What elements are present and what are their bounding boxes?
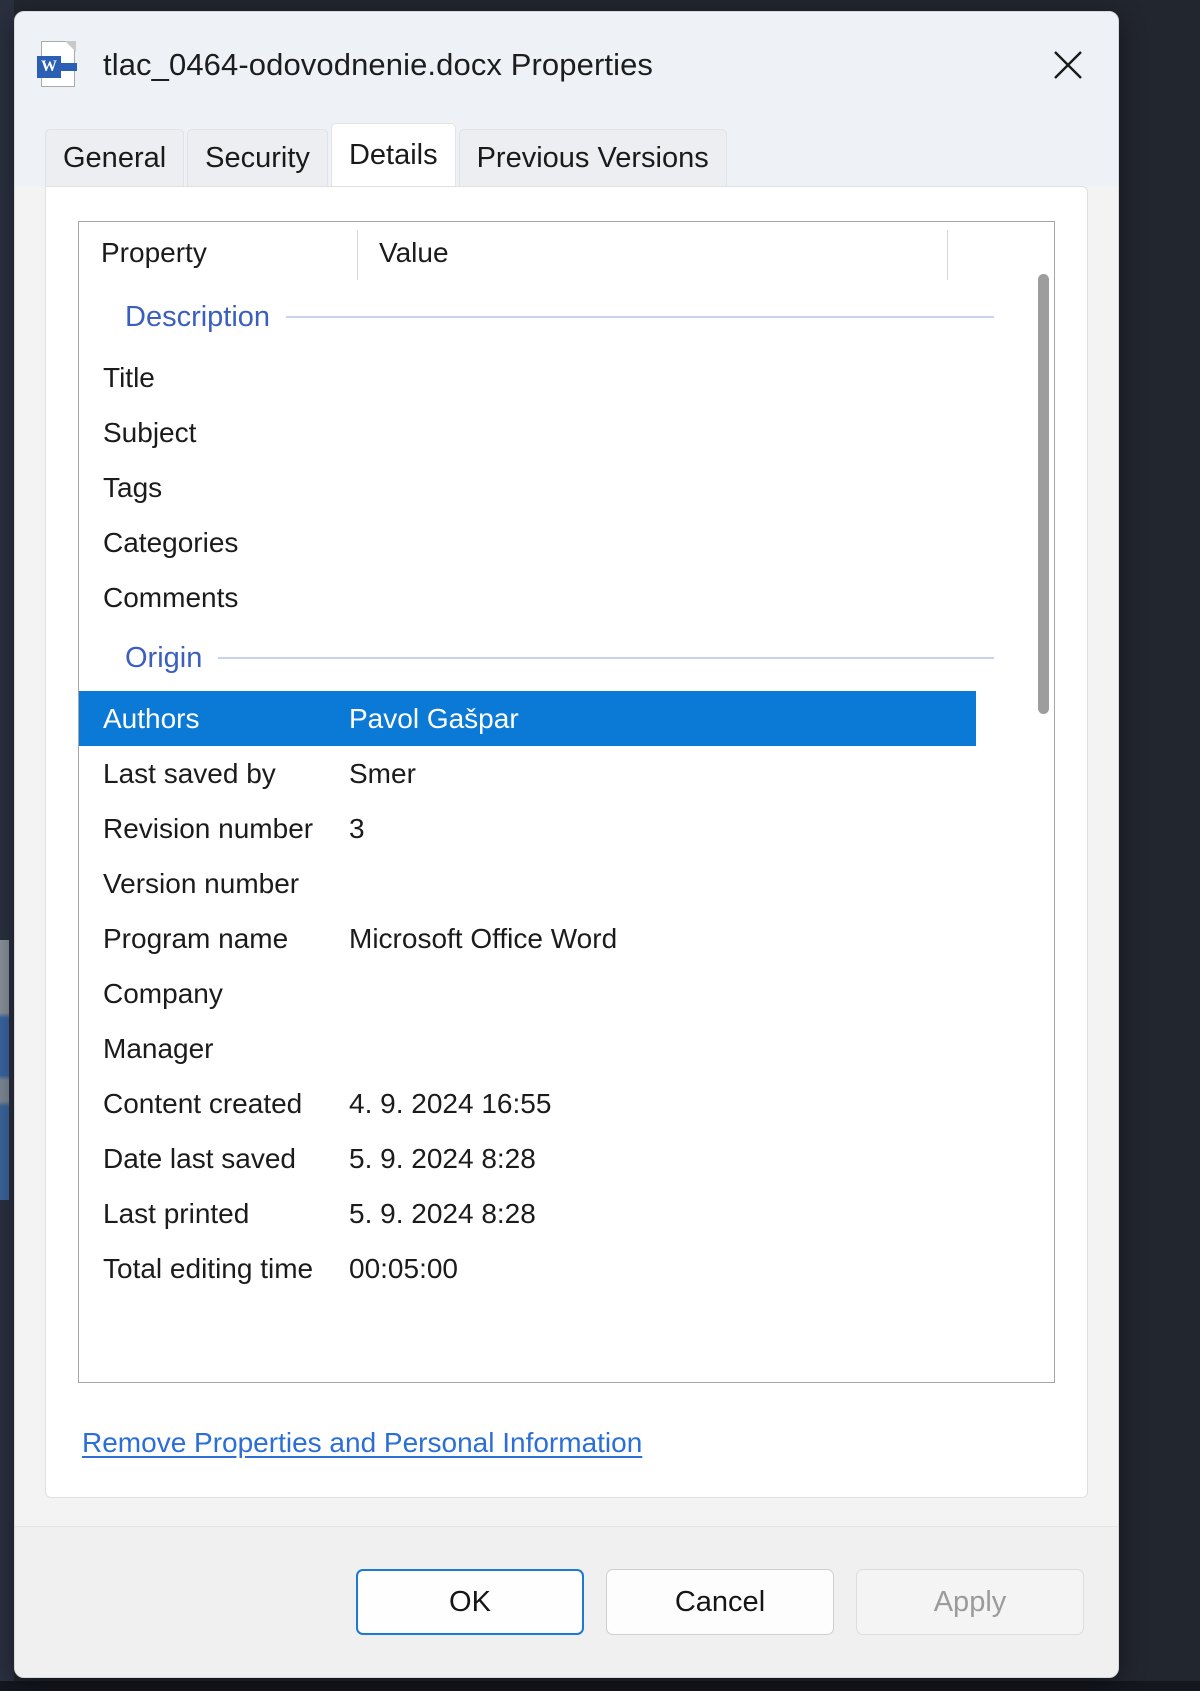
word-document-icon: W xyxy=(37,39,81,91)
table-row[interactable]: Version number xyxy=(79,856,1054,911)
row-property: Last printed xyxy=(79,1198,349,1230)
row-property: Version number xyxy=(79,868,349,900)
tab-previous-versions[interactable]: Previous Versions xyxy=(459,129,727,186)
group-rule xyxy=(218,657,994,659)
table-row[interactable]: Subject xyxy=(79,405,1054,460)
row-value[interactable]: Smer xyxy=(349,758,1054,790)
group-rule xyxy=(286,316,994,318)
row-property: Date last saved xyxy=(79,1143,349,1175)
remove-properties-area: Remove Properties and Personal Informati… xyxy=(78,1383,1055,1467)
vertical-scrollbar[interactable] xyxy=(1032,222,1054,1382)
ok-button[interactable]: OK xyxy=(356,1569,584,1635)
remove-properties-link[interactable]: Remove Properties and Personal Informati… xyxy=(82,1427,642,1458)
tab-strip: General Security Details Previous Versio… xyxy=(15,118,1118,186)
row-property: Authors xyxy=(79,703,349,735)
window-title: tlac_0464-odovodnenie.docx Properties xyxy=(103,47,653,83)
tab-details[interactable]: Details xyxy=(331,123,456,186)
row-value[interactable]: Pavol Gašpar xyxy=(349,703,976,735)
row-property: Subject xyxy=(79,417,349,449)
desktop-left-strip xyxy=(0,0,14,1691)
desktop-bottom-strip xyxy=(0,1681,1200,1691)
row-property: Last saved by xyxy=(79,758,349,790)
close-button[interactable] xyxy=(1036,36,1100,94)
table-row[interactable]: Tags xyxy=(79,460,1054,515)
word-icon-letter: W xyxy=(37,56,61,78)
details-tab-page: Property Value Description Title Subject xyxy=(45,186,1088,1498)
row-value[interactable]: 5. 9. 2024 8:28 xyxy=(349,1143,1054,1175)
title-bar-left: W tlac_0464-odovodnenie.docx Properties xyxy=(37,39,1036,91)
row-value[interactable]: 5. 9. 2024 8:28 xyxy=(349,1198,1054,1230)
tab-general[interactable]: General xyxy=(45,129,184,186)
table-row[interactable]: Title xyxy=(79,350,1054,405)
dialog-footer: OK Cancel Apply xyxy=(15,1526,1118,1677)
row-property: Title xyxy=(79,362,349,394)
group-header-description: Description xyxy=(79,284,1054,350)
row-property: Comments xyxy=(79,582,349,614)
table-row[interactable]: Last saved by Smer xyxy=(79,746,1054,801)
close-icon xyxy=(1048,45,1088,85)
group-label-origin: Origin xyxy=(125,642,218,675)
table-row[interactable]: Last printed 5. 9. 2024 8:28 xyxy=(79,1186,1054,1241)
group-header-origin: Origin xyxy=(79,625,1054,691)
table-row[interactable]: Total editing time 00:05:00 xyxy=(79,1241,1054,1296)
group-label-description: Description xyxy=(125,301,286,334)
row-property: Total editing time xyxy=(79,1253,349,1285)
tab-security[interactable]: Security xyxy=(187,129,328,186)
row-property: Program name xyxy=(79,923,349,955)
table-row-authors[interactable]: Authors Pavol Gašpar xyxy=(79,691,976,746)
row-value[interactable]: 3 xyxy=(349,813,1054,845)
cancel-button[interactable]: Cancel xyxy=(606,1569,834,1635)
table-row[interactable]: Company xyxy=(79,966,1054,1021)
row-property: Content created xyxy=(79,1088,349,1120)
property-list-header: Property Value xyxy=(79,222,1054,284)
desktop-left-accent xyxy=(0,940,9,1200)
table-row[interactable]: Program name Microsoft Office Word xyxy=(79,911,1054,966)
table-row[interactable]: Date last saved 5. 9. 2024 8:28 xyxy=(79,1131,1054,1186)
row-value[interactable]: 4. 9. 2024 16:55 xyxy=(349,1088,1054,1120)
table-row[interactable]: Categories xyxy=(79,515,1054,570)
row-property: Revision number xyxy=(79,813,349,845)
row-property: Categories xyxy=(79,527,349,559)
row-property: Tags xyxy=(79,472,349,504)
properties-dialog: W tlac_0464-odovodnenie.docx Properties … xyxy=(14,11,1119,1678)
table-row[interactable]: Comments xyxy=(79,570,1054,625)
row-value[interactable]: 00:05:00 xyxy=(349,1253,1054,1285)
row-value[interactable]: Microsoft Office Word xyxy=(349,923,1054,955)
column-header-value[interactable]: Value xyxy=(357,222,947,284)
property-list[interactable]: Property Value Description Title Subject xyxy=(78,221,1055,1383)
column-header-property[interactable]: Property xyxy=(79,222,357,284)
row-property: Company xyxy=(79,978,349,1010)
apply-button: Apply xyxy=(856,1569,1084,1635)
table-row[interactable]: Revision number 3 xyxy=(79,801,1054,856)
scrollbar-thumb[interactable] xyxy=(1038,274,1049,714)
row-property: Manager xyxy=(79,1033,349,1065)
column-divider-2[interactable] xyxy=(947,230,948,280)
table-row[interactable]: Manager xyxy=(79,1021,1054,1076)
table-row[interactable]: Content created 4. 9. 2024 16:55 xyxy=(79,1076,1054,1131)
column-divider-1[interactable] xyxy=(357,230,358,280)
title-bar: W tlac_0464-odovodnenie.docx Properties xyxy=(15,12,1118,118)
